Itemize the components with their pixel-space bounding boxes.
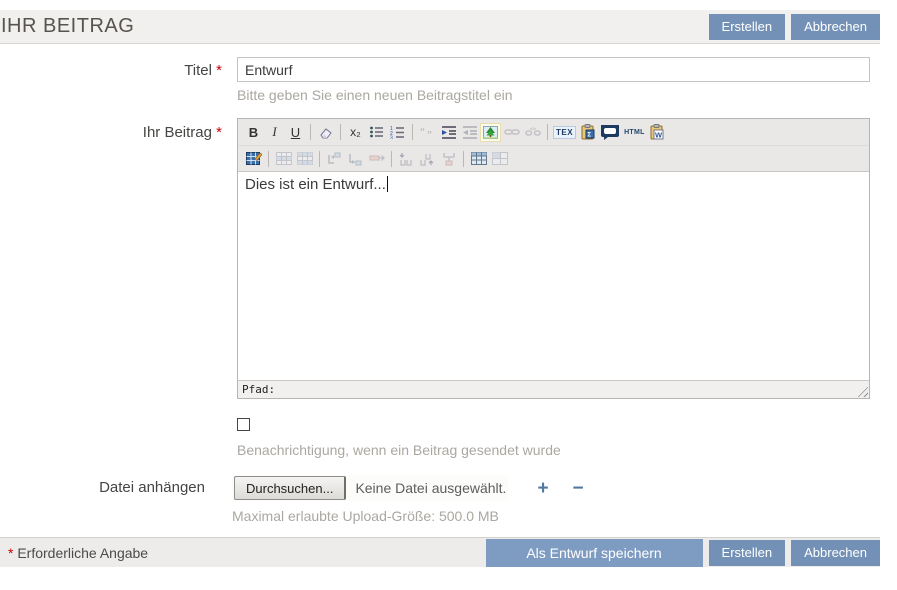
numbered-list-icon[interactable]: 123 (387, 123, 408, 142)
outdent-icon[interactable] (459, 123, 480, 142)
edit-table-icon[interactable] (243, 149, 264, 168)
toolbar-separator (268, 151, 269, 167)
no-file-text: Keine Datei ausgewählt. (355, 480, 506, 496)
title-label: Titel * (0, 57, 222, 103)
insert-cell-icon[interactable] (396, 149, 417, 168)
tex-icon[interactable]: TEX (552, 123, 577, 142)
cancel-button-top[interactable]: Abbrechen (791, 14, 880, 40)
message-label-text: Ihr Beitrag (143, 124, 212, 141)
create-button-top[interactable]: Erstellen (709, 14, 786, 40)
remove-attachment-button[interactable]: − (573, 479, 584, 498)
page-title: IHR BEITRAG (1, 15, 703, 38)
create-button-bottom[interactable]: Erstellen (709, 540, 786, 566)
subscript-icon[interactable]: x₂ (345, 123, 366, 142)
rich-text-editor: B I U x₂ 123 (237, 118, 870, 399)
bold-icon[interactable]: B (243, 123, 264, 142)
attachment-label: Datei anhängen (0, 475, 222, 524)
paste-from-word-icon[interactable]: W (647, 123, 668, 142)
italic-icon[interactable]: I (264, 123, 285, 142)
toolbar-separator (319, 151, 320, 167)
title-input[interactable] (237, 57, 870, 82)
insert-column-left-icon[interactable] (324, 149, 345, 168)
required-note-text: Erforderliche Angabe (17, 545, 148, 561)
svg-text:”: ” (427, 130, 432, 138)
comment-icon[interactable] (598, 123, 622, 142)
delete-column-icon[interactable] (366, 149, 387, 168)
toolbar-separator (340, 124, 341, 140)
notification-label: Benachrichtigung, wenn ein Beitrag gesen… (237, 442, 880, 458)
toolbar-separator (391, 151, 392, 167)
svg-text:Σ: Σ (587, 133, 591, 139)
resize-grip[interactable] (855, 384, 868, 397)
form-body: Titel * Bitte geben Sie einen neuen Beit… (0, 44, 880, 524)
indent-icon[interactable] (438, 123, 459, 142)
cell-properties-icon[interactable] (489, 149, 510, 168)
delete-cell-icon[interactable] (417, 149, 438, 168)
toolbar-separator (310, 124, 311, 140)
file-input: Durchsuchen... Keine Datei ausgewählt. (232, 475, 508, 501)
cancel-button-bottom[interactable]: Abbrechen (791, 540, 880, 566)
save-draft-button[interactable]: Als Entwurf speichern (486, 539, 703, 567)
unlink-icon[interactable] (522, 123, 543, 142)
html-source-icon[interactable]: HTML (622, 123, 647, 142)
insert-row-icon[interactable] (273, 149, 294, 168)
editor-path-bar: Pfad: (238, 380, 869, 398)
merge-cells-icon[interactable] (438, 149, 459, 168)
page-header: IHR BEITRAG Erstellen Abbrechen (0, 10, 880, 44)
bullet-list-icon[interactable] (366, 123, 387, 142)
remove-format-icon[interactable] (315, 123, 336, 142)
editor-toolbar-row2 (238, 146, 869, 172)
title-label-text: Titel (184, 62, 212, 79)
notification-block: Benachrichtigung, wenn ein Beitrag gesen… (237, 418, 880, 458)
toolbar-separator (547, 124, 548, 140)
delete-row-icon[interactable] (294, 149, 315, 168)
title-required-asterisk: * (216, 62, 222, 79)
insert-image-icon[interactable] (480, 123, 501, 142)
path-label: Pfad: (242, 383, 275, 396)
notification-checkbox[interactable] (237, 418, 250, 431)
required-note-asterisk: * (8, 545, 13, 561)
message-content-area[interactable]: Dies ist ein Entwurf... (238, 172, 869, 380)
text-caret (387, 176, 388, 192)
browse-button[interactable]: Durchsuchen... (234, 476, 346, 500)
required-note: * Erforderliche Angabe (8, 545, 480, 561)
svg-text:3: 3 (390, 136, 393, 140)
toolbar-separator (463, 151, 464, 167)
toolbar-separator (412, 124, 413, 140)
blockquote-icon[interactable]: “” (417, 123, 438, 142)
message-required-asterisk: * (216, 124, 222, 141)
link-icon[interactable] (501, 123, 522, 142)
underline-icon[interactable]: U (285, 123, 306, 142)
table-properties-icon[interactable] (468, 149, 489, 168)
form-footer: * Erforderliche Angabe Als Entwurf speic… (0, 537, 880, 567)
insert-column-right-icon[interactable] (345, 149, 366, 168)
svg-text:“: “ (420, 127, 425, 138)
message-label: Ihr Beitrag * (0, 116, 222, 458)
message-text: Dies ist ein Entwurf... (245, 176, 386, 193)
title-helper-text: Bitte geben Sie einen neuen Beitragstite… (237, 87, 880, 103)
add-attachment-button[interactable]: + (537, 479, 548, 498)
paste-icon[interactable]: Σ (577, 123, 598, 142)
svg-text:W: W (655, 131, 663, 140)
post-form-page: IHR BEITRAG Erstellen Abbrechen Titel * … (0, 10, 880, 567)
max-upload-size-text: Maximal erlaubte Upload-Größe: 500.0 MB (232, 508, 880, 524)
editor-toolbar-row1: B I U x₂ 123 (238, 119, 869, 146)
